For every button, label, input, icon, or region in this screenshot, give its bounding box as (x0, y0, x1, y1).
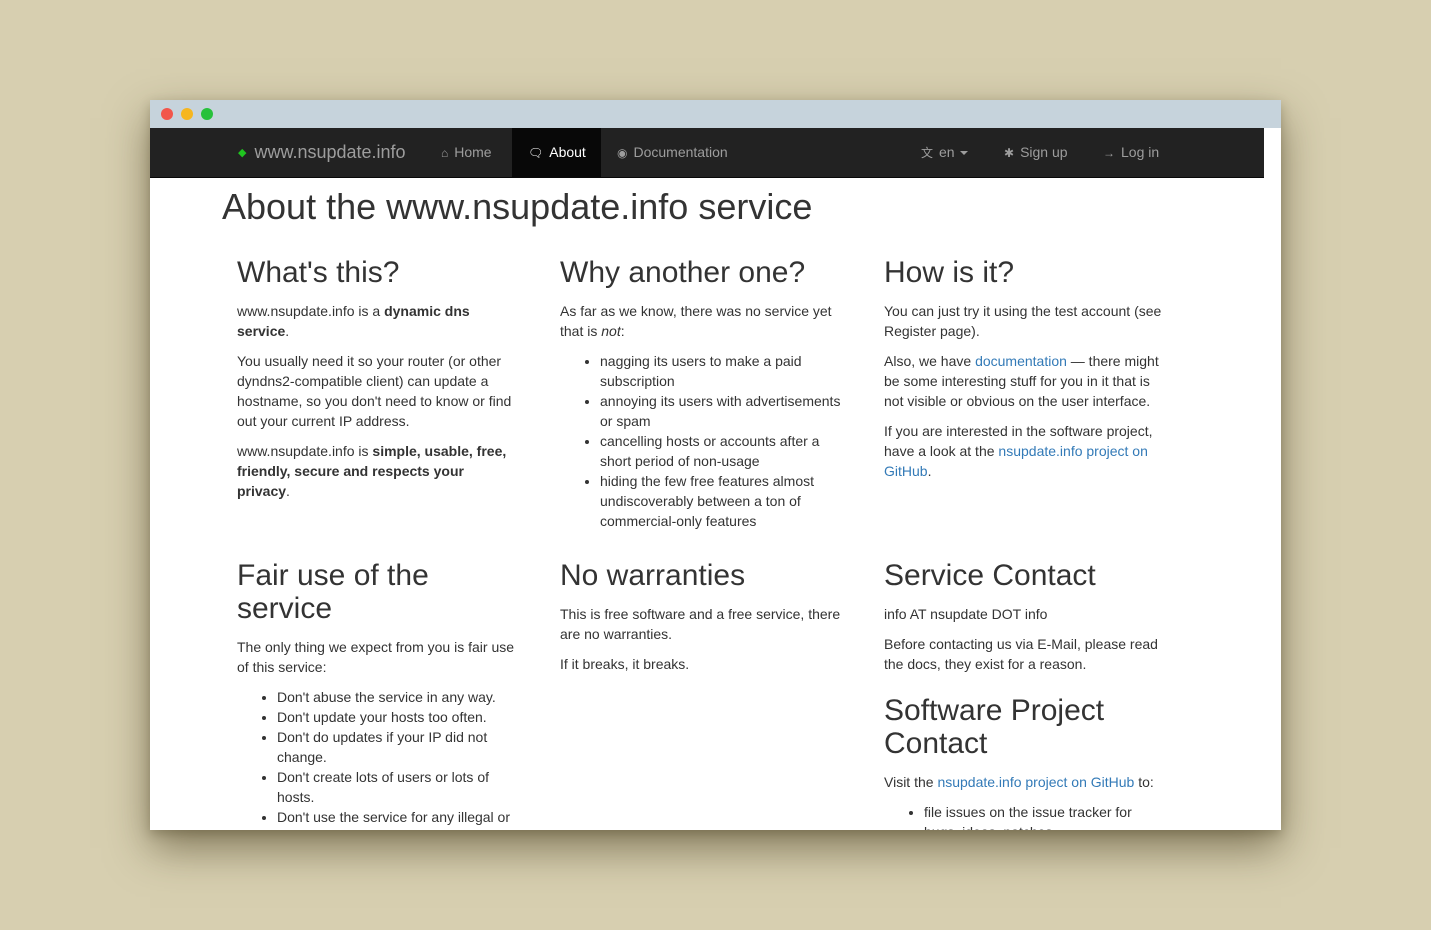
github-project-link-2[interactable]: nsupdate.info project on GitHub (937, 774, 1134, 790)
nav-documentation[interactable]: ◉ Documentation (601, 128, 744, 177)
how-is-it-p3-end: . (927, 463, 932, 479)
fair-use-section: Fair use of the service The only thing w… (237, 559, 520, 830)
brand-link[interactable]: ◆ www.nsupdate.info (238, 128, 406, 177)
list-item: annoying its users with advertisements o… (600, 391, 843, 431)
service-contact-section: Service Contact info AT nsupdate DOT inf… (884, 559, 1167, 830)
no-warranties-p2: If it breaks, it breaks. (560, 656, 690, 672)
nav-about[interactable]: 🗨︎ About (512, 128, 601, 177)
close-window-button[interactable] (161, 108, 173, 120)
translate-icon: 文 (921, 146, 934, 160)
why-another-section: Why another one? As far as we know, ther… (560, 256, 843, 541)
whats-this-p3-end: . (286, 483, 290, 499)
how-is-it-p1: You can just try it using the test accou… (884, 303, 1162, 339)
why-another-intro: As far as we know, there was no service … (560, 301, 843, 341)
why-another-list: nagging its users to make a paid subscri… (560, 351, 843, 531)
service-contact-heading: Service Contact (884, 559, 1096, 592)
fair-use-intro: The only thing we expect from you is fai… (237, 639, 515, 675)
list-item: cancelling hosts or accounts after a sho… (600, 431, 843, 471)
page-title: About the www.nsupdate.info service (222, 186, 813, 227)
main-content: About the www.nsupdate.info service What… (150, 178, 1281, 830)
whats-this-heading: What's this? (237, 256, 400, 289)
whats-this-p1-end: . (285, 323, 290, 339)
chevron-down-icon (959, 151, 968, 156)
minimize-window-button[interactable] (181, 108, 193, 120)
software-contact-heading: Software Project Contact (884, 694, 1105, 760)
list-item: Don't create lots of users or lots of ho… (277, 767, 520, 807)
whats-this-p1-text: www.nsupdate.info is a (237, 303, 385, 319)
nav-about-label: About (549, 144, 586, 160)
fair-use-heading: Fair use of the service (237, 559, 429, 625)
nav-signup[interactable]: ✱ Sign up (988, 128, 1084, 177)
nav-home[interactable]: ⌂ Home (425, 128, 508, 177)
software-contact-intro-end: to: (1134, 774, 1154, 790)
whats-this-p2: You usually need it so your router (or o… (237, 353, 512, 429)
nav-documentation-label: Documentation (633, 144, 728, 160)
software-contact-intro-text: Visit the (884, 774, 938, 790)
list-item: file issues on the issue tracker for bug… (924, 802, 1167, 830)
brand-diamond-icon: ◆ (238, 147, 247, 159)
whats-this-p1: www.nsupdate.info is a dynamic dns servi… (237, 301, 520, 341)
asterisk-icon: ✱ (1004, 146, 1015, 160)
maximize-window-button[interactable] (201, 108, 213, 120)
how-is-it-p2-text: Also, we have (884, 353, 976, 369)
documentation-link[interactable]: documentation (975, 353, 1067, 369)
why-another-intro-end: : (620, 323, 625, 339)
eye-icon: ◉ (617, 146, 628, 160)
nav-login-label: Log in (1121, 144, 1160, 160)
how-is-it-section: How is it? You can just try it using the… (884, 256, 1167, 491)
why-another-intro-em: not (601, 323, 621, 339)
nav-login[interactable]: → Log in (1087, 128, 1175, 177)
comment-icon: 🗨︎ (528, 146, 544, 160)
service-contact-p2: Before contacting us via E-Mail, please … (884, 636, 1158, 672)
whats-this-section: What's this? www.nsupdate.info is a dyna… (237, 256, 520, 511)
list-item: nagging its users to make a paid subscri… (600, 351, 843, 391)
nav-home-label: Home (454, 144, 492, 160)
language-dropdown[interactable]: 文 en (905, 128, 984, 177)
top-navbar: ◆ www.nsupdate.info ⌂ Home 🗨︎ About ◉ Docume… (150, 128, 1264, 178)
how-is-it-p2: Also, we have documentation — there migh… (884, 351, 1167, 411)
list-item: Don't do updates if your IP did not chan… (277, 727, 520, 767)
fair-use-list: Don't abuse the service in any way. Don'… (237, 687, 520, 827)
window-titlebar (150, 100, 1281, 128)
list-item: hiding the few free features almost undi… (600, 471, 843, 531)
whats-this-p3: www.nsupdate.info is simple, usable, fre… (237, 441, 520, 501)
software-contact-list: file issues on the issue tracker for bug… (884, 802, 1167, 830)
why-another-heading: Why another one? (560, 256, 806, 289)
no-warranties-section: No warranties This is free software and … (560, 559, 843, 684)
list-item: Don't update your hosts too often. (277, 707, 520, 727)
brand-label: www.nsupdate.info (254, 142, 406, 162)
language-label: en (939, 144, 955, 160)
software-contact-intro: Visit the nsupdate.info project on GitHu… (884, 772, 1167, 792)
how-is-it-heading: How is it? (884, 256, 1015, 289)
login-icon: → (1103, 146, 1115, 160)
list-item: Don't abuse the service in any way. (277, 687, 520, 707)
list-item: Don't use the service for any illegal or (277, 807, 520, 827)
no-warranties-heading: No warranties (560, 559, 746, 592)
how-is-it-p3: If you are interested in the software pr… (884, 421, 1167, 481)
browser-window: ◆ www.nsupdate.info ⌂ Home 🗨︎ About ◉ Docume… (150, 100, 1281, 830)
service-contact-email: info AT nsupdate DOT info (884, 606, 1048, 622)
no-warranties-p1: This is free software and a free service… (560, 606, 841, 642)
whats-this-p3-text: www.nsupdate.info is (237, 443, 373, 459)
nav-signup-label: Sign up (1020, 144, 1068, 160)
home-icon: ⌂ (441, 146, 449, 160)
